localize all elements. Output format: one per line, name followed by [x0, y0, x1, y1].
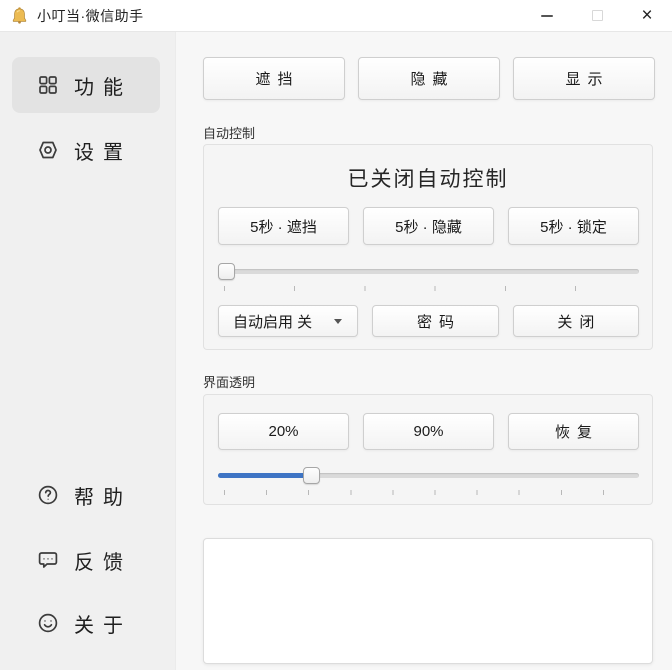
password-button[interactable]: 密码	[372, 305, 498, 337]
sidebar-item-label: 反馈	[74, 546, 132, 575]
show-button[interactable]: 显示	[513, 57, 655, 100]
grid-icon	[36, 73, 60, 97]
minimize-button[interactable]	[522, 0, 572, 31]
transparency-section-label: 界面透明	[203, 372, 255, 391]
sidebar-item-about[interactable]: 关于	[12, 595, 160, 651]
sidebar-item-help[interactable]: 帮助	[12, 467, 160, 523]
feedback-icon	[36, 548, 60, 572]
auto-control-section-label: 自动控制	[203, 123, 255, 142]
minimize-icon	[541, 15, 553, 17]
gear-icon	[36, 138, 60, 162]
timer-hide-button[interactable]: 5秒 · 隐藏	[363, 207, 494, 245]
sidebar-item-feedback[interactable]: 反馈	[12, 532, 160, 588]
top-action-row: 遮挡 隐藏 显示	[203, 57, 655, 100]
slider-handle[interactable]	[218, 263, 235, 280]
transparency-slider[interactable]	[218, 467, 639, 484]
sidebar: 功能 设置 帮助	[0, 32, 176, 670]
sidebar-item-label: 设置	[74, 136, 132, 165]
slider-tick-marks	[224, 490, 634, 495]
transparency-groupbox: 20% 90% 恢复	[203, 394, 653, 505]
sidebar-item-label: 功能	[74, 71, 132, 100]
timer-lock-button[interactable]: 5秒 · 锁定	[508, 207, 639, 245]
main-panel: 遮挡 隐藏 显示 自动控制 已关闭自动控制 5秒 · 遮挡 5秒 · 隐藏 5秒…	[176, 32, 672, 670]
help-icon	[36, 483, 60, 507]
auto-enable-dropdown-value: 自动启用 关	[233, 311, 312, 332]
close-button[interactable]: ×	[622, 0, 672, 31]
auto-control-bottom-row: 自动启用 关 密码 关闭	[218, 305, 639, 337]
chevron-down-icon	[334, 319, 342, 324]
block-button[interactable]: 遮挡	[203, 57, 345, 100]
maximize-button[interactable]	[572, 0, 622, 31]
timer-block-button[interactable]: 5秒 · 遮挡	[218, 207, 349, 245]
sidebar-item-label: 帮助	[74, 481, 132, 510]
sidebar-item-features[interactable]: 功能	[12, 57, 160, 113]
smiley-icon	[36, 611, 60, 635]
auto-enable-dropdown[interactable]: 自动启用 关	[218, 305, 358, 337]
slider-track[interactable]	[218, 269, 639, 274]
slider-fill	[218, 473, 306, 478]
slider-handle[interactable]	[303, 467, 320, 484]
auto-control-groupbox: 已关闭自动控制 5秒 · 遮挡 5秒 · 隐藏 5秒 · 锁定 自动启用 关 密…	[203, 144, 653, 350]
slider-tick-marks	[224, 286, 634, 291]
maximize-icon	[592, 10, 603, 21]
close-auto-button[interactable]: 关闭	[513, 305, 639, 337]
hide-button[interactable]: 隐藏	[358, 57, 500, 100]
app-window: 小叮当·微信助手 × 功能	[0, 0, 672, 670]
title-bar: 小叮当·微信助手 ×	[0, 0, 672, 32]
window-title: 小叮当·微信助手	[37, 6, 144, 26]
bell-app-icon	[10, 6, 29, 25]
log-textarea[interactable]	[203, 538, 653, 664]
timer-button-row: 5秒 · 遮挡 5秒 · 隐藏 5秒 · 锁定	[218, 207, 639, 245]
close-icon: ×	[641, 6, 652, 25]
transparency-90-button[interactable]: 90%	[363, 413, 494, 450]
auto-control-slider[interactable]	[218, 263, 639, 280]
transparency-restore-button[interactable]: 恢复	[508, 413, 639, 450]
sidebar-item-settings[interactable]: 设置	[12, 122, 160, 178]
transparency-button-row: 20% 90% 恢复	[218, 413, 639, 450]
auto-control-status: 已关闭自动控制	[204, 163, 652, 193]
sidebar-item-label: 关于	[74, 609, 132, 638]
window-controls: ×	[522, 0, 672, 31]
transparency-20-button[interactable]: 20%	[218, 413, 349, 450]
